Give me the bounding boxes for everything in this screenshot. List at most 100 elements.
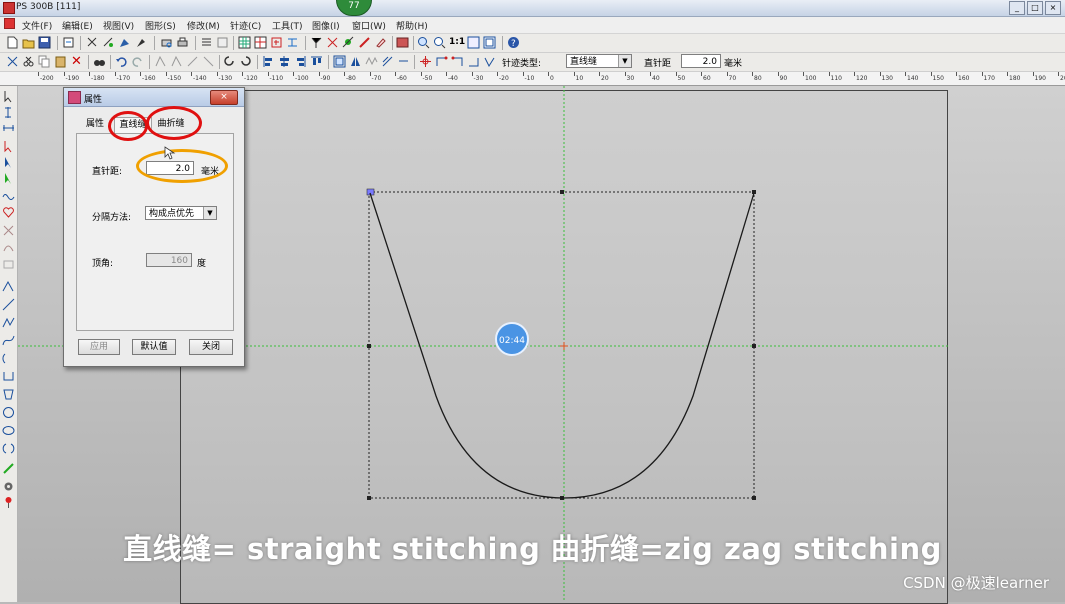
straight-pitch-input[interactable]: 2.0 (681, 54, 721, 68)
zoom-window-icon[interactable] (483, 36, 496, 49)
align-center-icon[interactable] (278, 55, 291, 68)
align-right-icon[interactable] (294, 55, 307, 68)
measure-icon[interactable] (358, 36, 371, 49)
curve-tool-icon[interactable] (2, 240, 15, 253)
minimize-button[interactable]: _ (1009, 1, 1025, 15)
select-arrow-icon[interactable] (2, 140, 15, 153)
help-icon[interactable]: ? (507, 36, 520, 49)
stitch-start-icon[interactable] (435, 55, 448, 68)
zigzag-icon[interactable] (365, 55, 378, 68)
select-tool-icon[interactable] (6, 55, 19, 68)
join-icon[interactable] (397, 55, 410, 68)
menu-help[interactable]: 帮助(H) (396, 19, 428, 32)
table-icon[interactable] (216, 36, 229, 49)
tab-properties[interactable]: 属性 (80, 117, 110, 132)
split-method-select[interactable]: 构成点优先 ▼ (145, 206, 217, 220)
selection-handle[interactable] (367, 496, 371, 500)
default-button[interactable]: 默认值 (132, 339, 176, 355)
heart-shape-icon[interactable] (2, 206, 15, 219)
stitch-apply-icon[interactable] (483, 55, 496, 68)
import-icon[interactable] (62, 36, 75, 49)
list-icon[interactable] (200, 36, 213, 49)
eraser-icon[interactable] (374, 36, 387, 49)
new-file-icon[interactable] (6, 36, 19, 49)
menu-shape[interactable]: 图形(S) (145, 19, 176, 32)
distribute-icon[interactable] (286, 36, 299, 49)
scissors-icon[interactable] (326, 36, 339, 49)
dialog-title-bar[interactable]: 属性 × (64, 88, 244, 107)
menu-edit[interactable]: 编辑(E) (62, 19, 93, 32)
binoculars-icon[interactable] (93, 55, 106, 68)
mirror-icon[interactable] (349, 55, 362, 68)
open-folder-icon[interactable] (22, 36, 35, 49)
maximize-button[interactable]: □ (1027, 1, 1043, 15)
ellipse-tool-icon[interactable] (2, 424, 15, 437)
offset-icon[interactable] (381, 55, 394, 68)
menu-image[interactable]: 图像(I) (312, 19, 340, 32)
bezier-tool-icon[interactable] (2, 334, 15, 347)
polygon-tool-icon[interactable] (2, 388, 15, 401)
fork-icon[interactable] (310, 36, 323, 49)
stitch-grid-icon[interactable] (270, 36, 283, 49)
delete-icon[interactable]: ✕ (70, 55, 83, 68)
stitch-type-select[interactable]: 直线缝 ▼ (566, 54, 632, 68)
menu-tools[interactable]: 工具(T) (272, 19, 303, 32)
selection-handle[interactable] (752, 496, 756, 500)
menu-stitch[interactable]: 针迹(C) (230, 19, 261, 32)
wave-icon[interactable] (2, 190, 15, 203)
group-icon[interactable] (333, 55, 346, 68)
rectangle-tool-icon[interactable] (2, 258, 15, 271)
rotate-cw-icon[interactable] (223, 55, 236, 68)
save-icon[interactable] (38, 36, 51, 49)
pin-icon[interactable] (2, 496, 15, 509)
arc-pair-icon[interactable] (2, 442, 15, 455)
zoom-1to1-icon[interactable]: 1:1 (449, 36, 465, 49)
paste-icon[interactable] (54, 55, 67, 68)
zoom-in-icon[interactable] (417, 36, 430, 49)
needle-icon[interactable] (2, 462, 15, 475)
close-window-button[interactable]: × (1045, 1, 1061, 15)
paint-icon[interactable] (118, 36, 131, 49)
copy-icon[interactable] (38, 55, 51, 68)
apply-button[interactable]: 应用 (78, 339, 120, 355)
measure-horizontal-icon[interactable] (2, 122, 15, 135)
measure-vertical-icon[interactable] (2, 106, 15, 119)
node-icon[interactable] (342, 36, 355, 49)
node-select-icon[interactable] (2, 156, 15, 169)
cut-pattern-icon[interactable] (86, 36, 99, 49)
menu-view[interactable]: 视图(V) (103, 19, 134, 32)
print-icon[interactable] (176, 36, 189, 49)
copy-pattern-icon[interactable] (102, 36, 115, 49)
rotate-ccw-icon[interactable] (239, 55, 252, 68)
menu-modify[interactable]: 修改(M) (187, 19, 220, 32)
cut-icon[interactable] (22, 55, 35, 68)
origin-icon[interactable] (419, 55, 432, 68)
align-left-icon[interactable] (262, 55, 275, 68)
pattern-grid-icon[interactable] (254, 36, 267, 49)
grid-icon[interactable] (238, 36, 251, 49)
menu-file[interactable]: 文件(F) (22, 19, 52, 32)
close-button[interactable]: 关闭 (189, 339, 233, 355)
node-remove-icon[interactable] (202, 55, 215, 68)
node-move-icon[interactable] (170, 55, 183, 68)
gear-icon[interactable] (2, 480, 15, 493)
polyline-tool-icon[interactable] (2, 316, 15, 329)
stitch-direction-icon[interactable] (467, 55, 480, 68)
group-select-icon[interactable] (2, 172, 15, 185)
line-tool-icon[interactable] (2, 298, 15, 311)
stitch-end-icon[interactable] (451, 55, 464, 68)
undo-icon[interactable] (115, 55, 128, 68)
align-top-icon[interactable] (310, 55, 323, 68)
selection-handle[interactable] (560, 190, 564, 194)
node-edit-icon[interactable] (154, 55, 167, 68)
scissors-tool-icon[interactable] (2, 224, 15, 237)
arc-tool-icon[interactable] (2, 352, 15, 365)
angle-line-icon[interactable] (2, 280, 15, 293)
circle-tool-icon[interactable] (2, 406, 15, 419)
node-add-icon[interactable] (186, 55, 199, 68)
pointer-icon[interactable] (2, 90, 15, 103)
dialog-close-button[interactable]: × (210, 90, 238, 105)
zoom-fit-icon[interactable] (467, 36, 480, 49)
selection-handle[interactable] (367, 344, 371, 348)
zoom-out-icon[interactable] (433, 36, 446, 49)
